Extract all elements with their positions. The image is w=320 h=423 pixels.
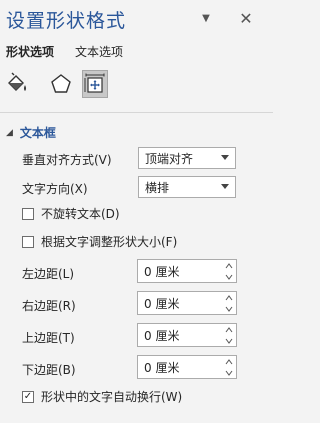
divider xyxy=(0,112,273,113)
expanded-triangle-icon: ◢ xyxy=(6,127,13,138)
effects-button[interactable] xyxy=(48,70,74,98)
task-pane-options-button[interactable]: ▼ xyxy=(196,8,216,28)
top-margin-spinner[interactable]: 0 厘米 xyxy=(137,323,237,347)
no-rotate-label: 不旋转文本(D) xyxy=(41,207,120,221)
fill-line-icon xyxy=(8,72,26,91)
right-margin-spinner[interactable]: 0 厘米 xyxy=(137,291,237,315)
left-margin-value: 0 厘米 xyxy=(144,264,180,279)
spin-up-icon[interactable] xyxy=(225,326,233,333)
dropdown-arrow-icon xyxy=(221,155,229,160)
resize-shape-label: 根据文字调整形状大小(F) xyxy=(41,235,178,249)
right-margin-value: 0 厘米 xyxy=(144,296,180,311)
left-margin-spinner[interactable]: 0 厘米 xyxy=(137,259,237,283)
vertical-align-select[interactable]: 顶端对齐 xyxy=(138,147,236,169)
resize-shape-checkbox[interactable]: 根据文字调整形状大小(F) xyxy=(22,233,177,250)
checkbox-box: ✓ xyxy=(22,390,34,403)
spin-down-icon[interactable] xyxy=(225,306,233,312)
spin-up-icon[interactable] xyxy=(225,294,233,301)
size-properties-icon xyxy=(84,73,105,93)
bottom-margin-label: 下边距(B) xyxy=(22,363,76,377)
spin-down-icon[interactable] xyxy=(225,274,233,280)
spin-down-icon[interactable] xyxy=(225,338,233,344)
spin-up-icon[interactable] xyxy=(225,262,233,269)
format-shape-pane: 设置形状格式 ▼ ✕ 形状选项 文本选项 ◢ 文本框 垂直对齐方式(V) 顶端对… xyxy=(0,0,273,423)
close-button[interactable]: ✕ xyxy=(236,8,256,28)
size-properties-button[interactable] xyxy=(82,70,108,98)
effects-icon xyxy=(51,74,71,93)
dropdown-arrow-icon xyxy=(221,184,229,189)
wrap-text-checkbox[interactable]: ✓ 形状中的文字自动换行(W) xyxy=(22,388,182,405)
vertical-align-value: 顶端对齐 xyxy=(145,151,194,166)
top-margin-label: 上边距(T) xyxy=(22,331,75,345)
text-direction-value: 横排 xyxy=(145,180,170,195)
chevron-down-icon: ▼ xyxy=(202,12,210,24)
wrap-text-label: 形状中的文字自动换行(W) xyxy=(41,390,183,404)
vertical-align-label: 垂直对齐方式(V) xyxy=(22,153,112,167)
text-direction-label: 文字方向(X) xyxy=(22,182,88,196)
pane-title: 设置形状格式 xyxy=(6,10,127,32)
section-title: 文本框 xyxy=(19,126,56,140)
left-margin-label: 左边距(L) xyxy=(22,267,75,281)
checkbox-box xyxy=(22,235,34,248)
section-textbox-header[interactable]: ◢ 文本框 xyxy=(6,124,56,141)
tab-shape-options[interactable]: 形状选项 xyxy=(6,43,54,60)
spin-down-icon[interactable] xyxy=(225,370,233,376)
tab-text-options[interactable]: 文本选项 xyxy=(75,43,123,60)
checkmark-icon: ✓ xyxy=(23,390,33,402)
fill-line-button[interactable] xyxy=(4,70,30,98)
top-margin-value: 0 厘米 xyxy=(144,328,180,343)
right-margin-label: 右边距(R) xyxy=(22,299,76,313)
spin-up-icon[interactable] xyxy=(225,358,233,365)
bottom-margin-value: 0 厘米 xyxy=(144,360,180,375)
text-direction-select[interactable]: 横排 xyxy=(138,176,236,198)
close-icon: ✕ xyxy=(239,8,253,28)
bottom-margin-spinner[interactable]: 0 厘米 xyxy=(137,355,237,379)
checkbox-box xyxy=(22,207,34,220)
no-rotate-checkbox[interactable]: 不旋转文本(D) xyxy=(22,205,120,222)
